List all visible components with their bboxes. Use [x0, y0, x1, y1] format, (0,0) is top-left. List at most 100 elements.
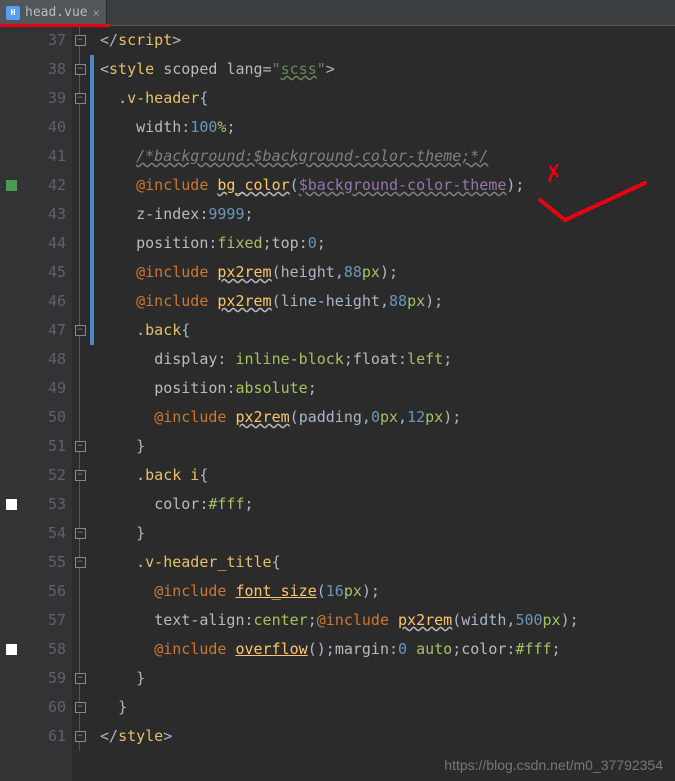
code-line[interactable]: z-index:9999;	[100, 200, 675, 229]
code-line[interactable]: .v-header{	[100, 84, 675, 113]
fold-end-icon[interactable]: −	[75, 441, 86, 452]
fold-cell	[72, 577, 88, 606]
change-bar-icon	[90, 84, 94, 113]
change-bar-icon	[90, 258, 94, 287]
code-line[interactable]: color:#fff;	[100, 490, 675, 519]
fold-cell	[72, 490, 88, 519]
fold-cell	[72, 287, 88, 316]
fold-cell	[72, 171, 88, 200]
line-number: 51	[0, 432, 66, 461]
change-cell	[88, 200, 98, 229]
fold-collapse-icon[interactable]: −	[75, 93, 86, 104]
change-bar-icon	[90, 200, 94, 229]
fold-cell: −	[72, 55, 88, 84]
vue-file-icon: H	[6, 6, 20, 20]
line-number: 52	[0, 461, 66, 490]
fold-cell: −	[72, 461, 88, 490]
code-line[interactable]: </script>	[100, 26, 675, 55]
fold-end-icon[interactable]: −	[75, 702, 86, 713]
code-line[interactable]: text-align:center;@include px2rem(width,…	[100, 606, 675, 635]
change-cell	[88, 635, 98, 664]
fold-cell	[72, 113, 88, 142]
change-cell	[88, 606, 98, 635]
fold-cell	[72, 403, 88, 432]
line-number: 49	[0, 374, 66, 403]
line-number: 45	[0, 258, 66, 287]
line-number: 50	[0, 403, 66, 432]
line-number: 43	[0, 200, 66, 229]
code-line[interactable]: /*background:$background-color-theme;*/	[100, 142, 675, 171]
line-number: 48	[0, 345, 66, 374]
code-line[interactable]: </style>	[100, 722, 675, 751]
fold-cell: −	[72, 548, 88, 577]
code-line[interactable]: @include px2rem(line-height,88px);	[100, 287, 675, 316]
code-line[interactable]: .back{	[100, 316, 675, 345]
change-cell	[88, 519, 98, 548]
annotation-underline	[0, 24, 110, 27]
fold-cell	[72, 142, 88, 171]
code-line[interactable]: }	[100, 432, 675, 461]
change-bar-icon	[90, 142, 94, 171]
fold-cell: −	[72, 432, 88, 461]
fold-cell	[72, 374, 88, 403]
fold-cell: −	[72, 84, 88, 113]
change-bar-icon	[90, 55, 94, 84]
fold-collapse-icon[interactable]: −	[75, 470, 86, 481]
change-cell	[88, 693, 98, 722]
line-number: 47	[0, 316, 66, 345]
code-area[interactable]: </script><style scoped lang="scss"> .v-h…	[98, 26, 675, 781]
code-line[interactable]: .v-header_title{	[100, 548, 675, 577]
line-number: 54	[0, 519, 66, 548]
code-line[interactable]: @include overflow();margin:0 auto;color:…	[100, 635, 675, 664]
change-bar-icon	[90, 287, 94, 316]
code-line[interactable]: display: inline-block;float:left;	[100, 345, 675, 374]
fold-collapse-icon[interactable]: −	[75, 557, 86, 568]
file-tab[interactable]: H head.vue ×	[0, 0, 107, 25]
code-line[interactable]: }	[100, 519, 675, 548]
close-icon[interactable]: ×	[93, 6, 100, 20]
fold-end-icon[interactable]: −	[75, 528, 86, 539]
tab-bar: H head.vue ×	[0, 0, 675, 26]
change-cell	[88, 84, 98, 113]
code-line[interactable]: position:fixed;top:0;	[100, 229, 675, 258]
code-line[interactable]: @include font_size(16px);	[100, 577, 675, 606]
code-line[interactable]: @include bg_color($background-color-them…	[100, 171, 675, 200]
change-cell	[88, 548, 98, 577]
code-line[interactable]: }	[100, 664, 675, 693]
fold-collapse-icon[interactable]: −	[75, 64, 86, 75]
line-number: 59	[0, 664, 66, 693]
line-number: 57	[0, 606, 66, 635]
code-line[interactable]: .back i{	[100, 461, 675, 490]
change-cell	[88, 345, 98, 374]
fold-end-icon[interactable]: −	[75, 35, 86, 46]
code-line[interactable]: @include px2rem(padding,0px,12px);	[100, 403, 675, 432]
fold-cell	[72, 229, 88, 258]
green-gutter-mark-icon	[6, 180, 17, 191]
fold-collapse-icon[interactable]: −	[75, 325, 86, 336]
change-bar-icon	[90, 113, 94, 142]
fold-end-icon[interactable]: −	[75, 731, 86, 742]
editor-area: 3738394041424344454647484950515253545556…	[0, 26, 675, 781]
line-number: 44	[0, 229, 66, 258]
fold-cell: −	[72, 664, 88, 693]
fold-cell: −	[72, 722, 88, 751]
fold-end-icon[interactable]: −	[75, 673, 86, 684]
change-cell	[88, 26, 98, 55]
code-line[interactable]: width:100%;	[100, 113, 675, 142]
line-number: 42	[0, 171, 66, 200]
fold-cell: −	[72, 316, 88, 345]
code-line[interactable]: @include px2rem(height,88px);	[100, 258, 675, 287]
change-cell	[88, 55, 98, 84]
fold-cell	[72, 200, 88, 229]
code-line[interactable]: position:absolute;	[100, 374, 675, 403]
tab-filename: head.vue	[25, 5, 88, 20]
code-line[interactable]: <style scoped lang="scss">	[100, 55, 675, 84]
change-cell	[88, 171, 98, 200]
line-number: 39	[0, 84, 66, 113]
line-number: 60	[0, 693, 66, 722]
change-cell	[88, 403, 98, 432]
change-cell	[88, 258, 98, 287]
change-cell	[88, 142, 98, 171]
code-line[interactable]: }	[100, 693, 675, 722]
line-number-gutter: 3738394041424344454647484950515253545556…	[0, 26, 72, 781]
